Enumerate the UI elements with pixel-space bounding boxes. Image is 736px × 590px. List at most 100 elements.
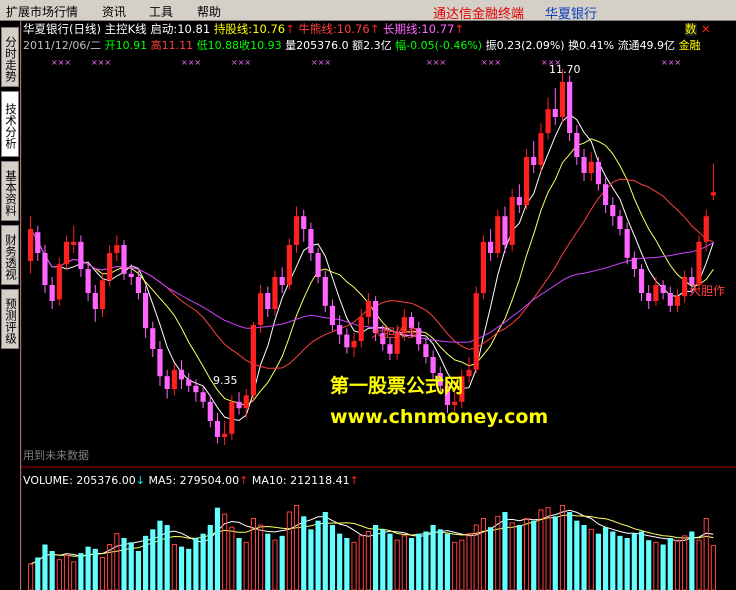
candle-body xyxy=(682,277,688,297)
candle-body xyxy=(99,280,106,309)
high-price-label: 11.70 xyxy=(549,63,581,76)
candle xyxy=(387,337,393,361)
hold-value: 10.76 xyxy=(252,22,286,36)
menu-help[interactable]: 帮助 xyxy=(197,3,221,20)
candle-body xyxy=(121,245,127,274)
volume-bar xyxy=(35,557,41,590)
long-value: 10.77 xyxy=(421,22,455,36)
candle-body xyxy=(567,81,573,133)
candle-body xyxy=(279,277,285,285)
candle xyxy=(423,337,429,364)
candle xyxy=(588,152,594,181)
volume-bar xyxy=(674,539,681,590)
candle xyxy=(243,389,249,418)
app-title: 通达信金融终端 xyxy=(433,7,525,22)
candle xyxy=(466,357,472,383)
volume-bar xyxy=(150,529,156,590)
volume-bar xyxy=(430,525,436,590)
candle-body xyxy=(617,216,623,229)
swing-value: 0.23(2.09%) xyxy=(496,39,565,52)
candle-body xyxy=(365,301,371,317)
menu-news[interactable]: 资讯 xyxy=(102,3,126,20)
tab-fundamentals[interactable]: 基本资料 xyxy=(1,161,19,221)
candle-body xyxy=(638,269,645,293)
candle xyxy=(488,229,494,261)
volume-bar xyxy=(617,535,623,590)
candle-body xyxy=(243,395,249,409)
close-icon[interactable]: ✕ xyxy=(701,23,711,36)
header-row-1: 华夏银行(日线) 主控K线 启动:10.81 持股线:10.76↑ 牛熊线:10… xyxy=(23,23,464,36)
candle-body xyxy=(207,401,213,421)
candle xyxy=(473,286,479,373)
buy-signal-label: 大胆作多 xyxy=(371,326,420,340)
volume-bar xyxy=(171,544,177,590)
candle-body xyxy=(171,369,177,389)
tab-rating[interactable]: 预测评级 xyxy=(1,289,19,349)
volume-bar xyxy=(337,533,343,590)
chart-area[interactable]: ××× ××× ××× ××× ××× ××× ××× ××× ××× 华夏银行(日线) 主控K… xyxy=(21,21,736,590)
candle xyxy=(552,88,558,125)
volume-bar xyxy=(200,533,206,590)
tab-financials[interactable]: 财务透视 xyxy=(1,225,19,285)
float-value: 49.9亿 xyxy=(639,39,676,52)
kline-chart[interactable]: ××× ××× ××× ××× ××× ××× ××× ××× ××× xyxy=(21,21,736,590)
candle-body xyxy=(63,241,70,265)
volume-bar xyxy=(610,531,616,590)
candle xyxy=(660,280,666,300)
volume-header: VOLUME: 205376.00↓ MA5: 279504.00↑ MA10:… xyxy=(23,474,359,487)
volume-bar xyxy=(365,531,371,590)
candle xyxy=(63,235,70,269)
volume-bar xyxy=(373,525,379,590)
candle-body xyxy=(646,293,652,301)
high-value: 11.11 xyxy=(161,39,194,52)
candle-body xyxy=(603,184,609,205)
volume-bar xyxy=(49,551,55,590)
candle xyxy=(531,141,537,173)
volume-bar xyxy=(638,531,645,590)
candle xyxy=(286,238,292,290)
candle-body xyxy=(674,296,681,306)
candle-body xyxy=(301,216,307,229)
candle-body xyxy=(545,109,551,133)
candle xyxy=(574,125,580,165)
volume-bar xyxy=(531,520,537,590)
candle xyxy=(610,197,616,226)
volume-bar xyxy=(56,559,62,590)
side-tab-bar: 分时走势 技术分析 基本资料 财务透视 预测评级 xyxy=(0,21,21,590)
menu-tools[interactable]: 工具 xyxy=(149,3,173,20)
candle xyxy=(272,270,278,316)
candle-body xyxy=(150,328,156,349)
tab-intraday[interactable]: 分时走势 xyxy=(1,27,19,87)
volume-bar xyxy=(667,538,673,590)
candle-body xyxy=(222,433,228,437)
candle-body xyxy=(42,253,48,285)
candle-body xyxy=(581,157,587,173)
signal-x-icon: ××× xyxy=(311,58,331,67)
candle-body xyxy=(229,401,235,434)
volume-bar xyxy=(545,507,551,590)
candle xyxy=(250,321,256,402)
open-value: 10.91 xyxy=(115,39,148,52)
volume-bar xyxy=(63,554,70,590)
volume-bar xyxy=(567,512,573,590)
candle-body xyxy=(315,253,321,277)
volume-bar xyxy=(229,526,235,590)
volume-bar xyxy=(581,525,587,590)
up-arrow-icon: ↑ xyxy=(239,474,249,487)
turnover-value: 0.41% xyxy=(579,39,615,52)
chart-frame xyxy=(21,21,736,590)
volume-bar xyxy=(42,544,48,590)
menu-extended-market[interactable]: 扩展市场行情 xyxy=(6,3,78,20)
stock-name: 华夏银行(日线) xyxy=(23,22,101,36)
candle xyxy=(581,149,587,181)
change-value: -0.05(-0.46%) xyxy=(406,39,483,52)
tab-technical[interactable]: 技术分析 xyxy=(1,91,19,157)
signal-marks: ××× ××× ××× ××× ××× ××× ××× ××× ××× xyxy=(51,58,681,67)
candle xyxy=(595,157,601,191)
data-button[interactable]: 数 xyxy=(685,23,697,36)
candle xyxy=(624,222,630,265)
candle xyxy=(365,293,371,325)
candle-body xyxy=(595,161,601,185)
candle xyxy=(315,248,321,284)
candle-body xyxy=(631,257,637,269)
